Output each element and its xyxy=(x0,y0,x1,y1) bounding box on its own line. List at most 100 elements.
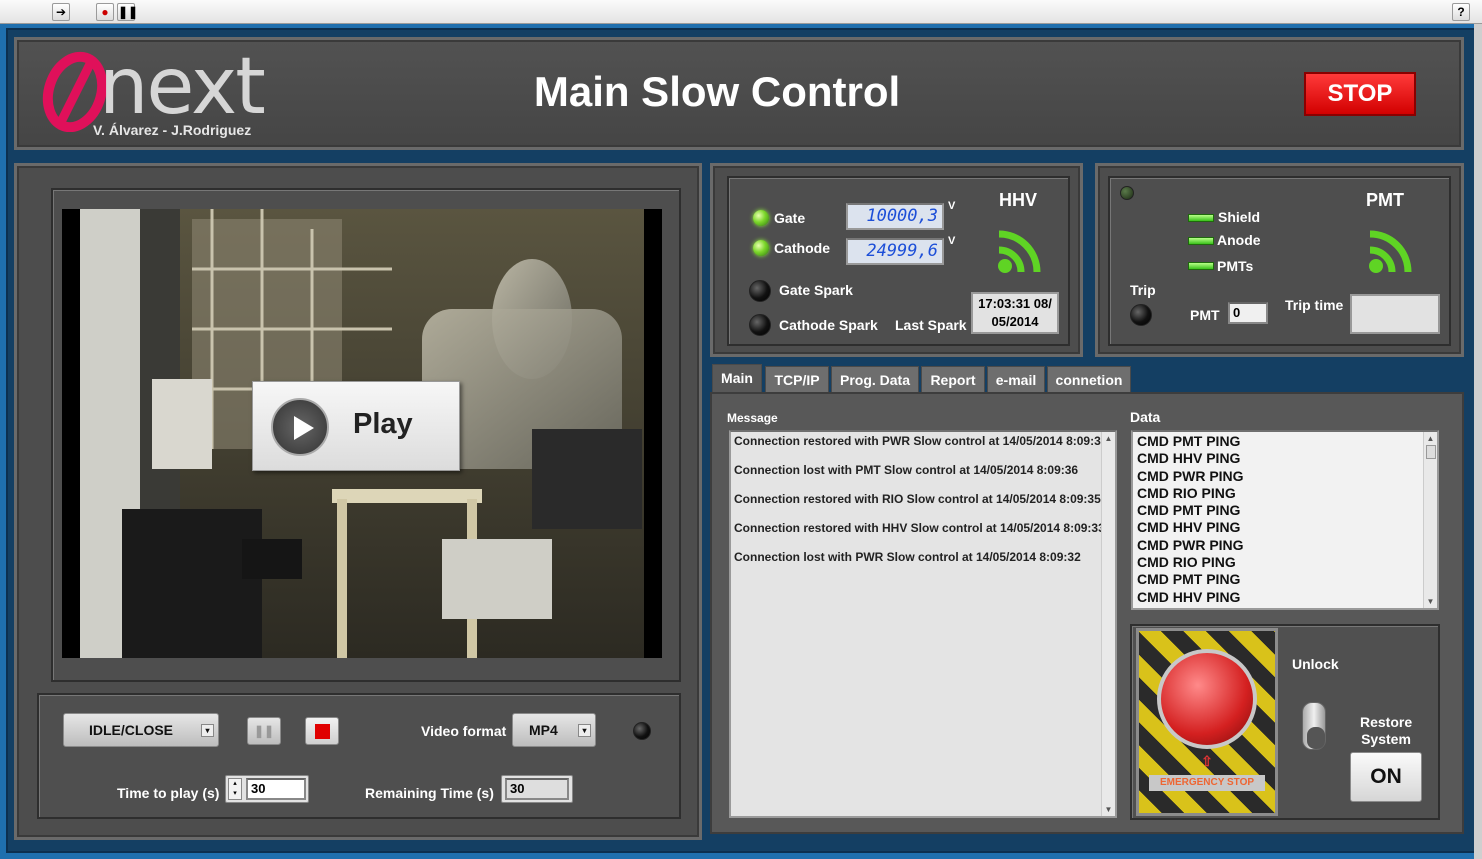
time-to-play-input[interactable]: 30 xyxy=(246,778,306,800)
pause-icon: ❚❚ xyxy=(253,724,275,738)
page-title: Main Slow Control xyxy=(533,68,901,115)
data-item: CMD RIO PING xyxy=(1137,554,1236,571)
data-item: CMD PWR PING xyxy=(1137,536,1244,553)
remaining-time-control: 30 xyxy=(501,775,573,803)
gate-label: Gate xyxy=(774,210,806,226)
anode-label: Anode xyxy=(1217,232,1261,248)
play-icon xyxy=(271,398,329,456)
abort-icon[interactable]: ● xyxy=(96,3,114,21)
pmt-inner: Shield Anode PMTs PMT Trip PMT 0 Trip ti… xyxy=(1108,176,1451,346)
pmts-indicator xyxy=(1188,262,1214,270)
tab-tcpip[interactable]: TCP/IP xyxy=(765,366,829,393)
tab-report[interactable]: Report xyxy=(921,366,985,393)
hhv-panel: Gate 10000,3 V Cathode 24999,6 V HHV Gat… xyxy=(710,163,1083,357)
pmt-panel: Shield Anode PMTs PMT Trip PMT 0 Trip ti… xyxy=(1095,163,1464,357)
data-list[interactable]: CMD PMT PING CMD HHV PING CMD PWR PING CMD … xyxy=(1131,430,1439,610)
header-panel: next V. Álvarez - J.Rodriguez Main Slow … xyxy=(14,37,1464,150)
gate-voltage-display: 10000,3 xyxy=(846,203,944,230)
pause-video-button[interactable]: ❚❚ xyxy=(247,717,281,745)
play-label: Play xyxy=(353,408,413,440)
mode-value: IDLE/CLOSE xyxy=(89,722,174,738)
cathode-unit: V xyxy=(948,235,956,247)
shield-label: Shield xyxy=(1218,209,1261,225)
pmts-label: PMTs xyxy=(1217,258,1254,274)
message-label: Message xyxy=(727,411,778,425)
tab-main-content: Message Connection restored with PWR Slo… xyxy=(710,392,1464,834)
hhv-title: HHV xyxy=(999,190,1038,210)
toggle-lever-icon xyxy=(1307,727,1325,749)
video-controls: IDLE/CLOSE ▾ ❚❚ Video format MP4 ▾ Time … xyxy=(37,693,681,819)
message-scrollbar[interactable]: ▲ ▼ xyxy=(1101,432,1115,816)
trip-label: Trip xyxy=(1130,282,1156,298)
pause-icon[interactable]: ❚❚ xyxy=(117,3,138,21)
gate-led xyxy=(753,210,769,226)
stop-video-button[interactable] xyxy=(305,717,339,745)
trip-led xyxy=(1130,304,1152,326)
shield-indicator xyxy=(1188,214,1214,222)
last-spark-label: Last Spark xyxy=(895,317,967,333)
video-format-value: MP4 xyxy=(529,722,558,738)
play-overlay-button[interactable]: Play xyxy=(252,381,460,471)
video-status-led xyxy=(633,722,651,740)
anode-indicator xyxy=(1188,237,1214,245)
gate-unit: V xyxy=(948,200,956,212)
message-items: Connection restored with PWR Slow contro… xyxy=(731,432,1115,577)
last-spark-time: 17:03:31 08/ xyxy=(978,296,1052,311)
help-button[interactable]: ? xyxy=(1452,3,1470,21)
cathode-voltage-display: 24999,6 xyxy=(846,238,944,265)
emergency-stop-button[interactable]: ⇧ EMERGENCY STOP xyxy=(1136,628,1278,816)
tab-prog-data[interactable]: Prog. Data xyxy=(831,366,919,393)
vi-toolbar: ➔ ● ❚❚ ? xyxy=(0,0,1482,24)
emergency-panel: ⇧ EMERGENCY STOP Unlock Restore System O… xyxy=(1130,624,1440,820)
data-item: CMD PMT PING xyxy=(1137,433,1241,449)
restore-label: Restore xyxy=(1360,714,1413,730)
mode-dropdown[interactable]: IDLE/CLOSE ▾ xyxy=(63,713,219,747)
remaining-time-label: Remaining Time (s) xyxy=(365,785,494,801)
message-item: Connection restored with PWR Slow contro… xyxy=(734,434,1108,448)
chevron-down-icon: ▾ xyxy=(578,724,591,737)
message-item: Connection lost with PMT Slow control at… xyxy=(734,463,1079,477)
message-item: Connection lost with PWR Slow control at… xyxy=(734,550,1081,564)
window-edge xyxy=(1474,24,1482,859)
tab-connetion[interactable]: connetion xyxy=(1047,366,1131,393)
message-item: Connection restored with HHV Slow contro… xyxy=(734,521,1105,535)
video-frame: Play xyxy=(51,188,681,682)
video-panel: Play IDLE/CLOSE ▾ ❚❚ Video format MP4 ▾ … xyxy=(14,163,702,840)
data-item: CMD HHV PING xyxy=(1137,450,1241,467)
video-format-dropdown[interactable]: MP4 ▾ xyxy=(512,713,596,747)
cathode-spark-led xyxy=(749,314,771,336)
remaining-time-display: 30 xyxy=(505,778,569,800)
data-scrollbar[interactable]: ▲ ▼ xyxy=(1423,432,1437,608)
pmt-number-field[interactable]: 0 xyxy=(1228,302,1268,324)
last-spark-date: 05/2014 xyxy=(991,314,1039,329)
pmt-wifi-icon xyxy=(1366,220,1418,276)
arrow-up-icon: ⇧ xyxy=(1201,753,1213,769)
pmt-status-led xyxy=(1120,186,1134,200)
emergency-button-icon xyxy=(1157,649,1257,749)
stop-square-icon xyxy=(315,724,330,739)
last-spark-display: 17:03:31 08/ 05/2014 xyxy=(971,292,1059,334)
data-item: CMD PMT PING xyxy=(1137,502,1241,519)
message-item: Connection restored with RIO Slow contro… xyxy=(734,492,1101,506)
gate-spark-label: Gate Spark xyxy=(779,282,853,298)
gate-spark-led xyxy=(749,280,771,302)
trip-time-display xyxy=(1350,294,1440,334)
data-item: CMD PMT PING xyxy=(1137,571,1241,588)
pmt-number-label: PMT xyxy=(1190,307,1220,323)
restore-on-button[interactable]: ON xyxy=(1350,752,1422,802)
cathode-led xyxy=(753,240,769,256)
tab-main[interactable]: Main xyxy=(712,364,762,393)
data-label: Data xyxy=(1130,409,1161,425)
tab-email[interactable]: e-mail xyxy=(987,366,1045,393)
unlock-toggle[interactable] xyxy=(1302,702,1326,750)
stepper-icon[interactable]: ▴ ▾ xyxy=(228,778,242,800)
run-arrow-icon[interactable]: ➔ xyxy=(52,3,70,21)
message-list[interactable]: Connection restored with PWR Slow contro… xyxy=(729,430,1117,818)
stop-button[interactable]: STOP xyxy=(1304,72,1416,116)
system-label: System xyxy=(1361,731,1411,747)
data-item: CMD HHV PING xyxy=(1137,588,1241,605)
logo-text: next xyxy=(99,42,266,132)
data-item: CMD RIO PING xyxy=(1137,484,1236,501)
time-to-play-control: ▴ ▾ 30 xyxy=(225,775,309,803)
pmt-title: PMT xyxy=(1366,190,1404,210)
